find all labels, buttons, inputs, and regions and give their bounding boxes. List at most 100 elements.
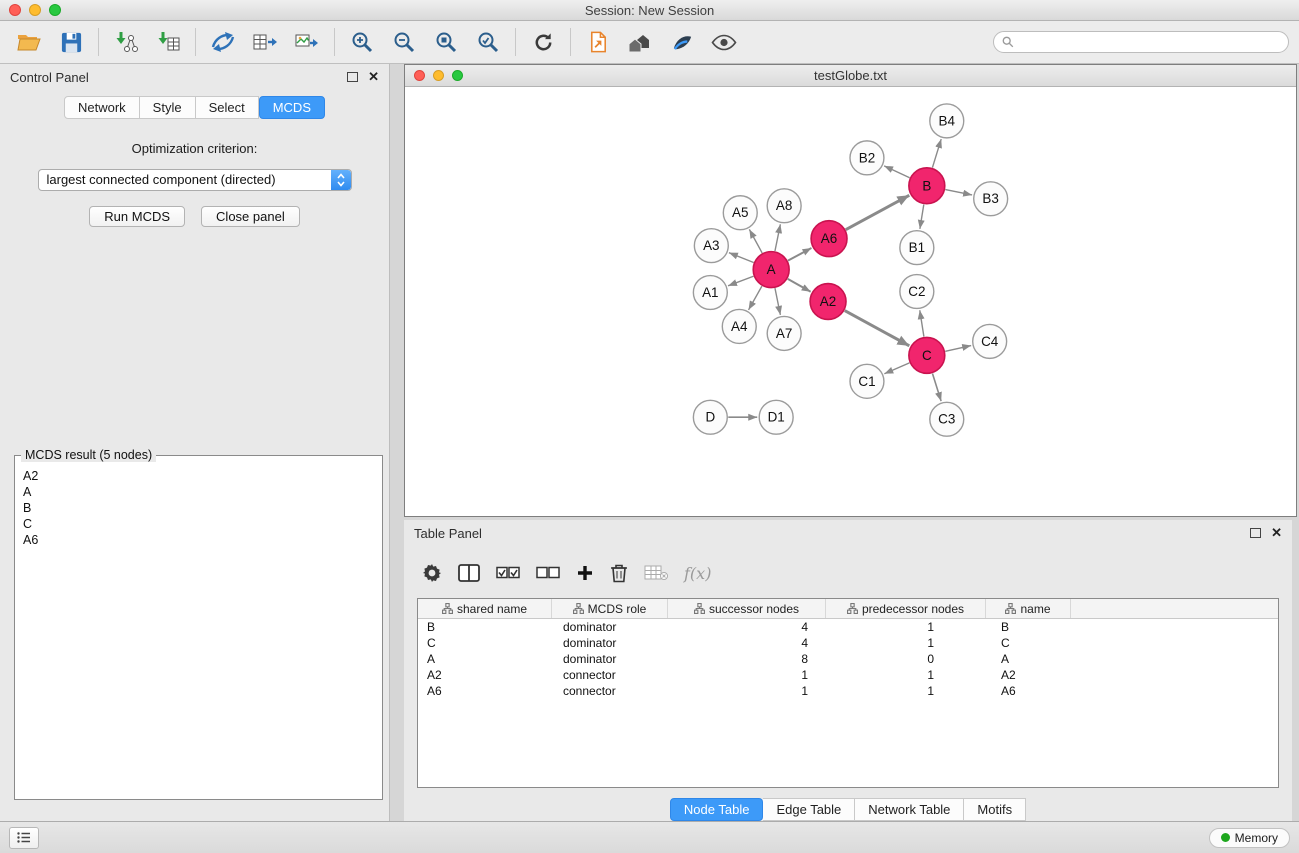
graph-edge[interactable] (749, 229, 762, 253)
graph-node-C4[interactable]: C4 (973, 324, 1007, 358)
graph-edge[interactable] (749, 286, 762, 310)
import-table-button[interactable] (147, 25, 189, 59)
memory-button[interactable]: Memory (1209, 828, 1290, 848)
result-item[interactable]: A2 (23, 468, 374, 484)
result-item[interactable]: B (23, 500, 374, 516)
zoom-fit-button[interactable] (425, 25, 467, 59)
graph-node-A1[interactable]: A1 (693, 276, 727, 310)
graph-edge[interactable] (775, 224, 780, 251)
zoom-out-button[interactable] (383, 25, 425, 59)
graph-node-A3[interactable]: A3 (694, 229, 728, 263)
graph-node-label: A5 (732, 205, 748, 220)
graph-edge[interactable] (846, 195, 910, 229)
float-table-panel-icon[interactable] (1250, 528, 1261, 538)
table-row[interactable]: Adominator80A (418, 651, 1278, 667)
zoom-in-button[interactable] (341, 25, 383, 59)
graph-node-A5[interactable]: A5 (723, 196, 757, 230)
close-panel-icon[interactable]: ✕ (368, 72, 379, 82)
float-panel-icon[interactable] (347, 72, 358, 82)
tab-edge-table[interactable]: Edge Table (763, 798, 855, 821)
select-all-button[interactable] (496, 566, 520, 580)
result-item[interactable]: C (23, 516, 374, 532)
close-table-panel-icon[interactable]: ✕ (1271, 528, 1282, 538)
tab-network[interactable]: Network (64, 96, 140, 119)
show-details-button[interactable] (703, 25, 745, 59)
zoom-selected-button[interactable] (467, 25, 509, 59)
table-row[interactable]: A2connector11A2 (418, 667, 1278, 683)
unselect-all-button[interactable] (536, 566, 560, 580)
column-header[interactable]: successor nodes (668, 599, 826, 618)
refresh-button[interactable] (522, 25, 564, 59)
export-network-button[interactable] (202, 25, 244, 59)
graph-node-A[interactable]: A (753, 252, 789, 288)
table-settings-button[interactable] (422, 563, 442, 583)
tab-mcds[interactable]: MCDS (259, 96, 325, 119)
tab-node-table[interactable]: Node Table (670, 798, 764, 821)
column-header[interactable]: shared name (418, 599, 552, 618)
tab-network-table[interactable]: Network Table (855, 798, 964, 821)
tab-style[interactable]: Style (140, 96, 196, 119)
import-network-button[interactable] (105, 25, 147, 59)
clear-table-button[interactable] (644, 565, 668, 581)
task-history-button[interactable] (9, 827, 39, 849)
graph-node-B2[interactable]: B2 (850, 141, 884, 175)
graph-node-C1[interactable]: C1 (850, 364, 884, 398)
graph-edge[interactable] (945, 346, 971, 352)
graph-node-D1[interactable]: D1 (759, 400, 793, 434)
show-columns-button[interactable] (458, 564, 480, 582)
graph-node-A8[interactable]: A8 (767, 189, 801, 223)
run-mcds-button[interactable]: Run MCDS (89, 206, 185, 227)
graph-node-A7[interactable]: A7 (767, 316, 801, 350)
graph-node-B4[interactable]: B4 (930, 104, 964, 138)
optimization-criterion-select[interactable]: largest connected component (directed) (38, 169, 352, 191)
graph-edge[interactable] (945, 190, 972, 195)
result-item[interactable]: A (23, 484, 374, 500)
graph-edge[interactable] (920, 204, 924, 228)
graph-node-C3[interactable]: C3 (930, 402, 964, 436)
clone-network-button[interactable] (577, 25, 619, 59)
delete-column-button[interactable] (610, 563, 628, 583)
column-header[interactable]: predecessor nodes (826, 599, 986, 618)
column-header[interactable]: MCDS role (552, 599, 668, 618)
graph-node-B[interactable]: B (909, 168, 945, 204)
graph-edge[interactable] (788, 279, 811, 292)
graph-node-B3[interactable]: B3 (974, 182, 1008, 216)
graph-node-A4[interactable]: A4 (722, 309, 756, 343)
tab-select[interactable]: Select (196, 96, 259, 119)
search-input[interactable] (1019, 32, 1288, 52)
result-item[interactable]: A6 (23, 532, 374, 548)
graph-edge[interactable] (920, 310, 924, 336)
graph-edge[interactable] (729, 253, 754, 263)
graph-edge[interactable] (932, 373, 941, 401)
add-column-button[interactable] (576, 564, 594, 582)
graph-node-A6[interactable]: A6 (811, 221, 847, 257)
graph-edge[interactable] (845, 311, 910, 346)
export-image-button[interactable] (286, 25, 328, 59)
network-canvas[interactable]: B4 B2 B B3 A5 A8 A6 B1 A3 A C2 A1 A2 A4 A7 C4 C C1 C3 D D1 (405, 87, 1296, 516)
graph-edge[interactable] (728, 276, 753, 286)
search-field[interactable] (993, 31, 1289, 53)
graph-edge[interactable] (884, 363, 909, 374)
save-session-button[interactable] (50, 25, 92, 59)
graph-node-C[interactable]: C (909, 337, 945, 373)
style-button[interactable] (661, 25, 703, 59)
graph-node-D[interactable]: D (693, 400, 727, 434)
table-row[interactable]: Bdominator41B (418, 619, 1278, 635)
graph-node-B1[interactable]: B1 (900, 231, 934, 265)
home-button[interactable] (619, 25, 661, 59)
graph-edge[interactable] (788, 248, 812, 261)
graph-edge[interactable] (775, 288, 780, 315)
graph-node-C2[interactable]: C2 (900, 275, 934, 309)
export-table-button[interactable] (244, 25, 286, 59)
network-graph[interactable]: B4 B2 B B3 A5 A8 A6 B1 A3 A C2 A1 A2 A4 A7 C4 C C1 C3 D D1 (405, 87, 1296, 516)
graph-edge[interactable] (884, 166, 910, 178)
apply-function-button[interactable]: f(x) (684, 564, 711, 583)
table-row[interactable]: A6connector11A6 (418, 683, 1278, 699)
column-header[interactable]: name (986, 599, 1071, 618)
graph-edge[interactable] (932, 139, 941, 168)
graph-node-A2[interactable]: A2 (810, 284, 846, 320)
open-file-button[interactable] (8, 25, 50, 59)
close-panel-button[interactable]: Close panel (201, 206, 300, 227)
tab-motifs[interactable]: Motifs (964, 798, 1026, 821)
table-row[interactable]: Cdominator41C (418, 635, 1278, 651)
